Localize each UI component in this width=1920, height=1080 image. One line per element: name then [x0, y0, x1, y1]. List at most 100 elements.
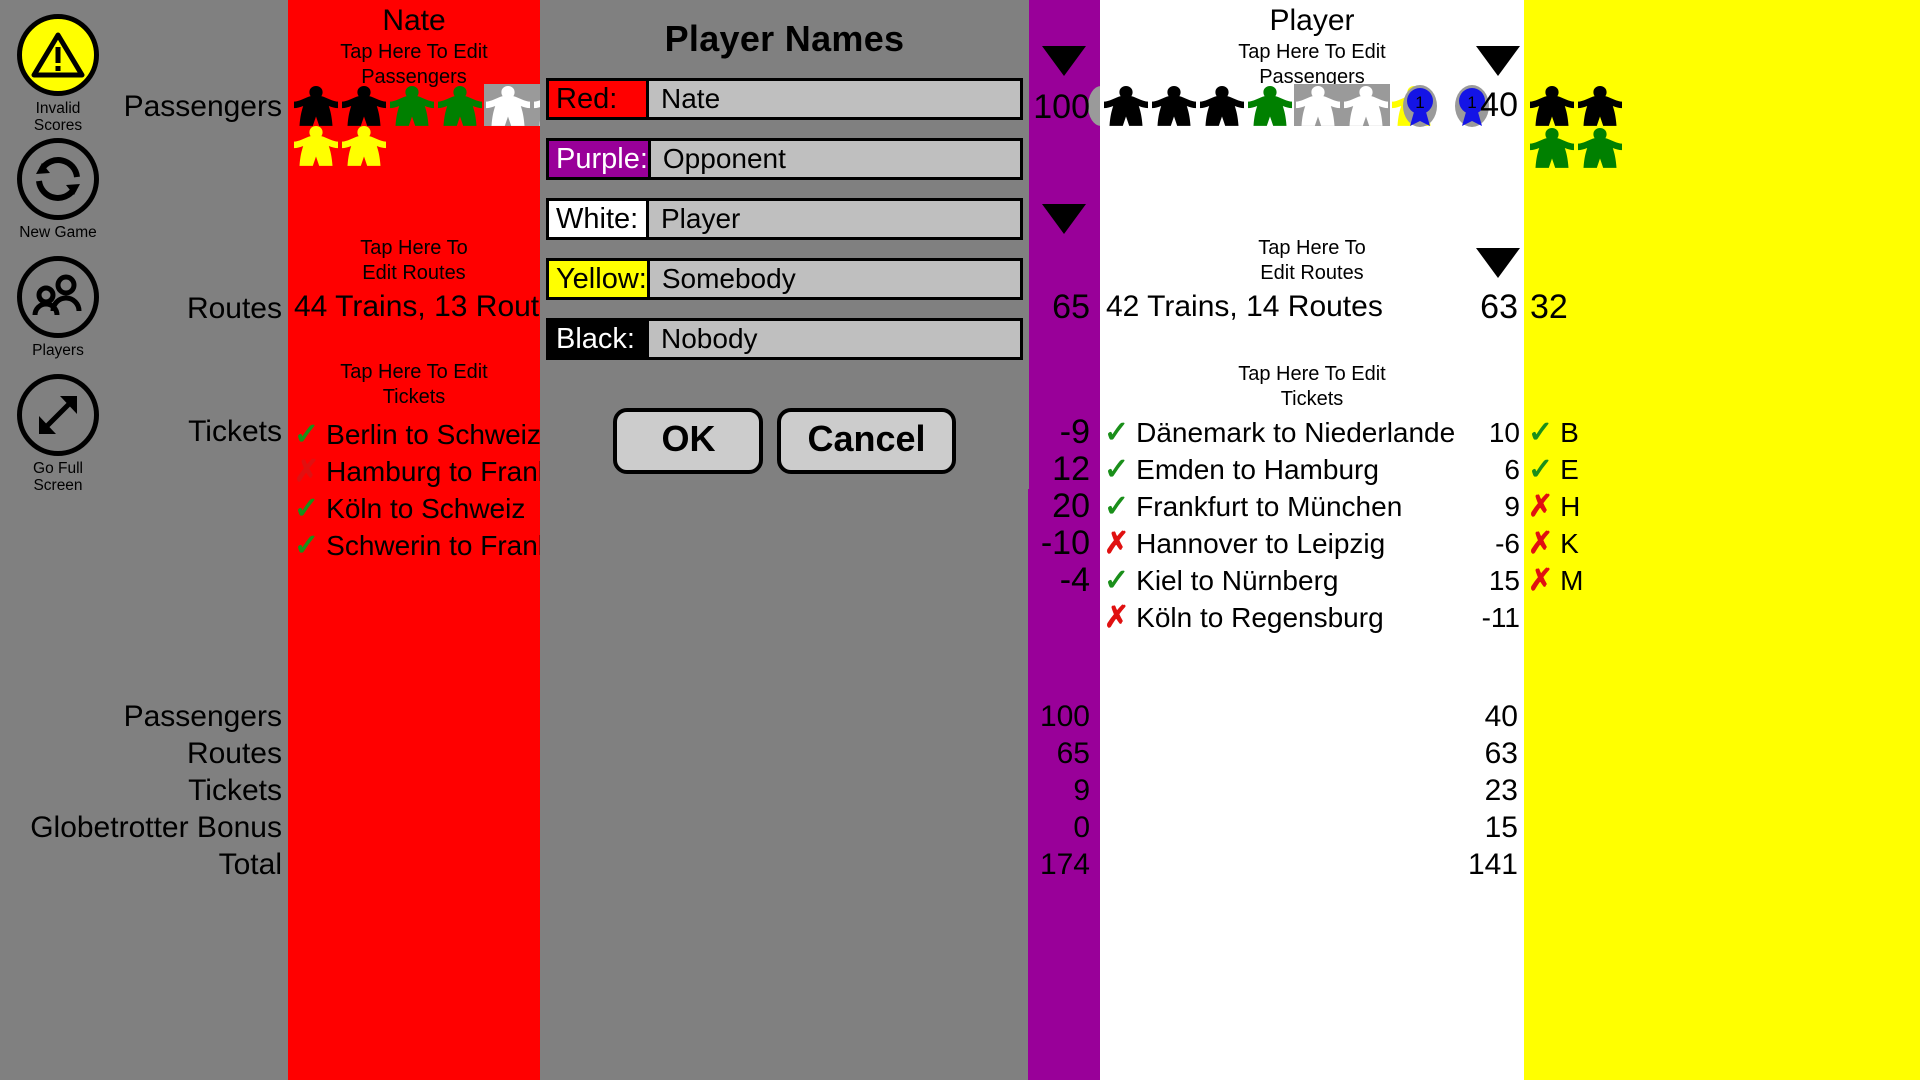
chevron-down-icon-purple-routes[interactable] [1042, 204, 1086, 234]
summary-label-globetrotter: Globetrotter Bonus [30, 811, 282, 844]
meeple-icon [1152, 86, 1196, 126]
dialog-field-input-red[interactable]: Nate [649, 81, 1020, 117]
ticket-text: Hannover to Leipzig [1136, 528, 1386, 559]
toolbar-button-new-game[interactable]: New Game [0, 138, 116, 241]
svg-text:1: 1 [1415, 93, 1424, 112]
ticket-text: Schwerin to Frankfurt [326, 530, 540, 561]
meeple-row-yellow[interactable] [1528, 84, 1624, 126]
ticket-check-icon: ✓ [1104, 416, 1130, 449]
refresh-circle-icon [17, 138, 99, 220]
dialog-field-black[interactable]: Black: Nobody [546, 318, 1023, 360]
ticket-text: Köln to Regensburg [1136, 602, 1384, 633]
player-name-white[interactable]: Player [1100, 0, 1524, 38]
player-column-red[interactable]: Nate Tap Here To Edit Passengers Tap Her… [288, 0, 674, 1080]
routes-score-yellow: 32 [1530, 288, 1568, 326]
hint-edit-routes-white[interactable]: Tap Here To Edit Routes [1100, 236, 1524, 286]
dialog-field-red[interactable]: Red: Nate [546, 78, 1023, 120]
ticket-points: -6 [1495, 528, 1520, 559]
dialog-field-label-yellow: Yellow: [549, 261, 650, 297]
meeple-icon [1294, 84, 1342, 126]
ticket-points: 10 [1488, 417, 1520, 448]
ticket-text: Hamburg to Frankfurt [326, 456, 540, 487]
ok-button[interactable]: OK [613, 408, 764, 474]
ticket-cross-icon: ✗ [1528, 564, 1554, 597]
meeple-icon [294, 126, 338, 166]
ticket-text: K [1560, 528, 1579, 559]
summary-value-red-routes: 65 [1056, 737, 1090, 770]
hint-edit-passengers-red[interactable]: Tap Here To Edit Passengers [288, 40, 540, 90]
dialog-field-label-red: Red: [549, 81, 649, 117]
summary-value-white-globetrotter: 15 [1484, 811, 1518, 844]
ticket-points: 15 [1488, 565, 1520, 596]
row-label-tickets: Tickets [188, 415, 282, 448]
ticket-check-icon: ✓ [294, 418, 320, 451]
ticket-check-icon: ✓ [294, 492, 320, 525]
cancel-button[interactable]: Cancel [777, 408, 956, 474]
ticket-row[interactable]: ✓ B [1528, 414, 1920, 451]
meeple-row-white[interactable] [1102, 84, 1438, 126]
dialog-button-row: OK Cancel [540, 408, 1029, 474]
ticket-row[interactable]: ✓ Dänemark to Niederlande 10 [1104, 414, 1520, 451]
left-toolbar: Invalid Scores New Game Players Go Full … [0, 0, 116, 1080]
summary-value-white-tickets: 23 [1484, 774, 1518, 807]
routes-text-white[interactable]: 42 Trains, 14 Routes [1106, 290, 1383, 324]
ticket-row[interactable]: ✓Schwerin to Frankfurt [294, 527, 540, 564]
ticket-row[interactable]: ✗ Hannover to Leipzig -6 [1104, 525, 1520, 562]
ticket-cross-icon: ✗ [294, 455, 320, 488]
ticket-text: Frankfurt to München [1136, 491, 1403, 522]
ticket-text: Dänemark to Niederlande [1136, 417, 1456, 448]
ticket-cross-icon: ✗ [1528, 527, 1554, 560]
player-name-red[interactable]: Nate [288, 0, 540, 38]
summary-value-white-total: 141 [1467, 848, 1518, 881]
meeple-icon [1248, 86, 1292, 126]
dialog-field-input-purple[interactable]: Opponent [650, 141, 1020, 177]
ticket-list-white[interactable]: ✓ Dänemark to Niederlande 10 ✓ Emden to Hamb… [1104, 414, 1520, 636]
warning-triangle-icon [17, 14, 99, 96]
player-column-yellow[interactable]: 32 ✓ B ✓ E ✗ H ✗ K ✗ M [1524, 0, 1920, 1080]
meeple-row-yellow-2[interactable] [1528, 126, 1624, 168]
ticket-list-yellow[interactable]: ✓ B ✓ E ✗ H ✗ K ✗ M [1528, 414, 1920, 599]
dialog-field-purple[interactable]: Purple: Opponent [546, 138, 1023, 180]
chevron-down-icon-white-routes[interactable] [1476, 248, 1520, 278]
ticket-row[interactable]: ✗ K [1528, 525, 1920, 562]
ticket-check-icon: ✓ [1104, 490, 1130, 523]
ticket-row[interactable]: ✓ Berlin to Schweiz [294, 416, 540, 453]
ticket-row[interactable]: ✓ Frankfurt to München 9 [1104, 488, 1520, 525]
meeple-icon [342, 86, 386, 126]
ticket-text: Köln to Schweiz [326, 493, 526, 524]
chevron-down-icon-purple-passengers[interactable] [1042, 46, 1086, 76]
hint-edit-tickets-white[interactable]: Tap Here To Edit Tickets [1100, 362, 1524, 412]
summary-label-routes: Routes [186, 737, 282, 770]
meeple-icon [1342, 84, 1390, 126]
ticket-row[interactable]: ✓ Köln to Schweiz [294, 490, 540, 527]
player-names-dialog: Player Names Red: Nate Purple: Opponent Whit… [540, 0, 1029, 489]
meeple-icon [1530, 128, 1574, 168]
dialog-field-input-white[interactable]: Player [649, 201, 1020, 237]
purple-ticket-point: 20 [1052, 487, 1090, 525]
meeple-row-red-2[interactable] [292, 124, 388, 166]
summary-label-passengers: Passengers [123, 700, 282, 733]
chevron-down-icon-white-passengers[interactable] [1476, 46, 1520, 76]
ticket-row[interactable]: ✓ Emden to Hamburg 6 [1104, 451, 1520, 488]
ticket-row[interactable]: ✗Hamburg to Frankfurt [294, 453, 540, 490]
ticket-row[interactable]: ✗ M [1528, 562, 1920, 599]
purple-ticket-point: -4 [1059, 561, 1090, 599]
summary-value-red-globetrotter: 0 [1073, 811, 1090, 844]
dialog-field-input-yellow[interactable]: Somebody [649, 261, 1020, 297]
ticket-row[interactable]: ✓ Kiel to Nürnberg 15 [1104, 562, 1520, 599]
ticket-row[interactable]: ✓ E [1528, 451, 1920, 488]
player-column-white[interactable]: Player Tap Here To Edit Passengers 11 40… [1100, 0, 1524, 1080]
dialog-title: Player Names [664, 18, 905, 59]
hint-edit-tickets-red[interactable]: Tap Here To Edit Tickets [288, 360, 540, 410]
ticket-row[interactable]: ✗ H [1528, 488, 1920, 525]
ticket-text: Berlin to Schweiz [326, 419, 540, 450]
dialog-field-white[interactable]: White: Player [546, 198, 1023, 240]
hint-edit-routes-red[interactable]: Tap Here To Edit Routes [288, 236, 540, 286]
dialog-field-yellow[interactable]: Yellow: Somebody [546, 258, 1023, 300]
ticket-row[interactable]: ✗ Köln to Regensburg -11 [1104, 599, 1520, 636]
dialog-field-input-black[interactable]: Nobody [649, 321, 1020, 357]
ticket-cross-icon: ✗ [1104, 527, 1130, 560]
routes-text-red[interactable]: 44 Trains, 13 Routes [294, 290, 571, 324]
purple-ticket-point: -10 [1040, 524, 1090, 562]
ticket-list-red[interactable]: ✓Berlin to Schweiz✗Hamburg to Frankfurt✓… [294, 416, 540, 564]
